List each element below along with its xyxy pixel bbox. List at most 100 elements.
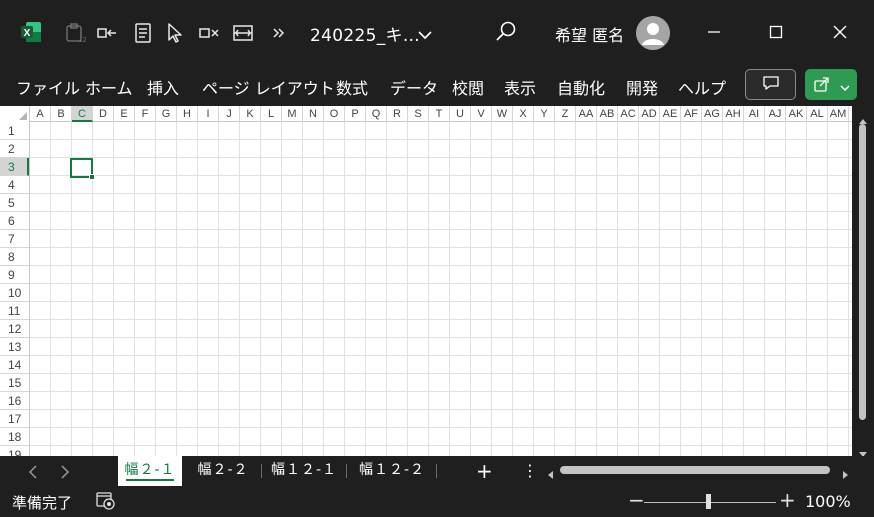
column-header[interactable]: L — [261, 106, 282, 122]
select-objects-icon[interactable] — [164, 22, 186, 44]
sheet-tab-3[interactable]: 幅１２-１ — [266, 456, 342, 486]
column-header[interactable]: R — [387, 106, 408, 122]
row-header[interactable]: 8 — [0, 248, 29, 266]
select-all-corner[interactable] — [0, 106, 30, 122]
column-header[interactable]: W — [492, 106, 513, 122]
row-header[interactable]: 11 — [0, 302, 29, 320]
column-header[interactable]: I — [198, 106, 219, 122]
column-header[interactable]: P — [345, 106, 366, 122]
macro-recording-icon[interactable] — [96, 492, 116, 514]
zoom-level[interactable]: 100% — [805, 492, 851, 511]
scroll-left-icon[interactable] — [546, 465, 554, 484]
vertical-scrollbar[interactable] — [852, 106, 874, 457]
document-title[interactable]: 240225_キ… — [310, 21, 420, 46]
next-sheet-icon[interactable] — [60, 464, 70, 483]
row-header[interactable]: 13 — [0, 338, 29, 356]
column-header[interactable]: S — [408, 106, 429, 122]
tab-data[interactable]: データ — [390, 75, 438, 99]
vertical-scroll-thumb[interactable] — [859, 124, 866, 420]
column-header[interactable]: Z — [555, 106, 576, 122]
horizontal-scroll-thumb[interactable] — [560, 466, 830, 474]
column-header[interactable]: T — [429, 106, 450, 122]
row-header[interactable]: 6 — [0, 212, 29, 230]
row-header[interactable]: 15 — [0, 374, 29, 392]
row-header[interactable]: 16 — [0, 392, 29, 410]
chevron-down-icon[interactable] — [418, 26, 432, 45]
column-header[interactable]: AH — [723, 106, 744, 122]
column-header[interactable]: C — [72, 106, 93, 122]
more-commands-icon[interactable] — [268, 22, 290, 44]
tab-developer[interactable]: 開発 — [626, 75, 658, 99]
column-header[interactable]: AD — [639, 106, 660, 122]
tab-formulas[interactable]: 数式 — [336, 75, 368, 99]
column-header[interactable]: AJ — [765, 106, 786, 122]
sheet-tab-1[interactable]: 幅２-１ — [118, 456, 182, 486]
tab-page-layout[interactable]: ページ レイアウト — [202, 75, 335, 99]
column-header[interactable]: A — [30, 106, 51, 122]
column-header[interactable]: AA — [576, 106, 597, 122]
row-header[interactable]: 5 — [0, 194, 29, 212]
tab-view[interactable]: 表示 — [504, 75, 536, 99]
row-header[interactable]: 19 — [0, 446, 29, 456]
search-icon[interactable] — [494, 20, 518, 44]
column-header[interactable]: Q — [366, 106, 387, 122]
excel-logo-icon[interactable]: X — [20, 21, 42, 43]
row-header[interactable]: 2 — [0, 140, 29, 158]
column-header[interactable]: Y — [534, 106, 555, 122]
zoom-slider-thumb[interactable] — [706, 494, 711, 509]
add-sheet-button[interactable]: + — [476, 459, 493, 483]
chevron-down-icon[interactable] — [840, 78, 850, 97]
column-header[interactable]: G — [156, 106, 177, 122]
column-header[interactable]: AM — [828, 106, 849, 122]
tab-review[interactable]: 校閲 — [452, 75, 484, 99]
sheet-tab-2[interactable]: 幅２-２ — [190, 456, 256, 486]
column-header[interactable]: X — [513, 106, 534, 122]
zoom-out-button[interactable]: − — [628, 488, 645, 512]
row-header[interactable]: 14 — [0, 356, 29, 374]
tab-insert[interactable]: 挿入 — [147, 75, 179, 99]
column-header[interactable]: J — [219, 106, 240, 122]
column-header[interactable]: V — [471, 106, 492, 122]
user-name[interactable]: 希望 匿名 — [555, 22, 624, 46]
tab-help[interactable]: ヘルプ — [678, 75, 726, 99]
row-header[interactable]: 4 — [0, 176, 29, 194]
scroll-right-icon[interactable] — [842, 465, 850, 484]
column-header[interactable]: D — [93, 106, 114, 122]
row-header[interactable]: 17 — [0, 410, 29, 428]
column-header[interactable]: E — [114, 106, 135, 122]
row-header[interactable]: 18 — [0, 428, 29, 446]
row-header[interactable]: 12 — [0, 320, 29, 338]
row-header[interactable]: 3 — [0, 158, 29, 176]
column-header[interactable]: F — [135, 106, 156, 122]
more-options-icon[interactable]: ⋮ — [522, 461, 538, 480]
column-header[interactable]: K — [240, 106, 261, 122]
column-header[interactable]: M — [282, 106, 303, 122]
column-header[interactable]: O — [324, 106, 345, 122]
insert-row-icon[interactable] — [96, 22, 118, 44]
comments-button[interactable] — [745, 69, 796, 100]
column-header[interactable]: U — [450, 106, 471, 122]
column-header[interactable]: AK — [786, 106, 807, 122]
active-cell[interactable] — [70, 158, 95, 180]
delete-row-icon[interactable] — [198, 22, 220, 44]
column-header[interactable]: AE — [660, 106, 681, 122]
column-header[interactable]: AF — [681, 106, 702, 122]
form-icon[interactable] — [132, 22, 154, 44]
column-header[interactable]: AI — [744, 106, 765, 122]
column-header[interactable]: N — [303, 106, 324, 122]
minimize-icon[interactable] — [704, 22, 724, 42]
column-header[interactable]: AB — [597, 106, 618, 122]
zoom-in-button[interactable]: + — [779, 488, 796, 512]
row-header[interactable]: 9 — [0, 266, 29, 284]
column-header[interactable]: B — [51, 106, 72, 122]
fill-handle[interactable] — [89, 174, 95, 180]
column-header[interactable]: AC — [618, 106, 639, 122]
autosum-icon[interactable]: 123 — [64, 22, 86, 44]
avatar[interactable] — [636, 16, 670, 50]
maximize-icon[interactable] — [766, 22, 786, 42]
row-header[interactable]: 1 — [0, 122, 29, 140]
column-header[interactable]: H — [177, 106, 198, 122]
row-header[interactable]: 7 — [0, 230, 29, 248]
sheet-tab-4[interactable]: 幅１２-２ — [352, 456, 432, 486]
merge-icon[interactable] — [232, 22, 254, 44]
